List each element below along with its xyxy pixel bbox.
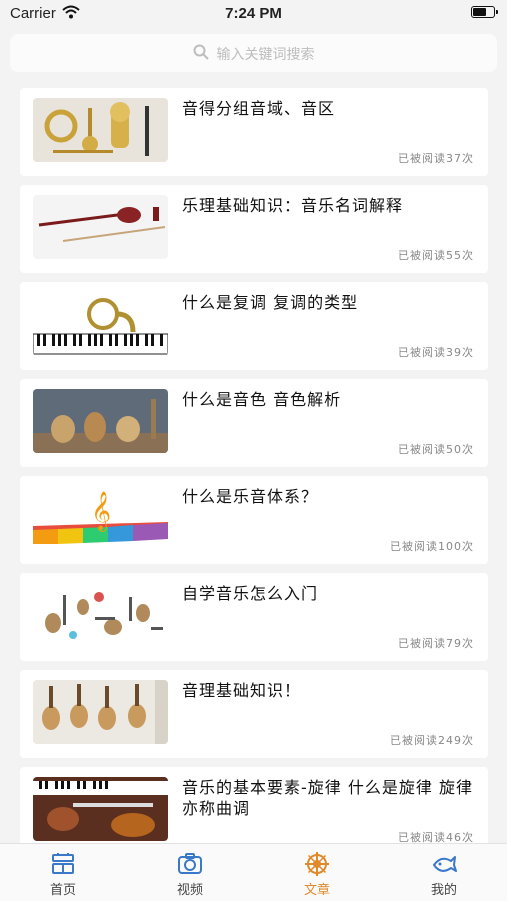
svg-text:𝄞: 𝄞 — [91, 491, 111, 532]
camera-icon — [177, 851, 203, 877]
article-card[interactable]: 什么是音色 音色解析 已被阅读50次 — [20, 379, 488, 467]
wheel-icon — [304, 851, 330, 877]
tab-articles-label: 文章 — [303, 883, 330, 898]
read-count: 已被阅读37次 — [398, 152, 474, 165]
read-count: 已被阅读79次 — [398, 637, 474, 650]
fish-icon — [431, 851, 457, 877]
article-title: 自学音乐怎么入门 — [182, 584, 319, 603]
article-thumbnail — [33, 389, 168, 453]
article-card[interactable]: 什么是复调 复调的类型 已被阅读39次 — [20, 282, 488, 370]
home-icon — [50, 851, 76, 877]
read-count: 已被阅读55次 — [398, 249, 474, 262]
tab-bar: 首页 视频 文章 我的 — [0, 843, 507, 901]
read-count: 已被阅读100次 — [390, 540, 474, 553]
article-thumbnail — [33, 583, 168, 647]
article-card[interactable]: 音理基础知识！ 已被阅读249次 — [20, 670, 488, 758]
read-count: 已被阅读249次 — [390, 734, 474, 747]
search-bar[interactable]: 输入关键词搜索 — [10, 34, 497, 72]
article-card[interactable]: 乐理基础知识：音乐名词解释 已被阅读55次 — [20, 185, 488, 273]
article-title: 什么是音色 音色解析 — [182, 390, 342, 409]
tab-mine[interactable]: 我的 — [381, 844, 507, 901]
article-thumbnail — [33, 98, 168, 162]
article-card[interactable]: 音得分组音域、音区 已被阅读37次 — [20, 88, 488, 176]
clock: 7:24 PM — [225, 5, 282, 22]
article-card[interactable]: 𝄞 什么是乐音体系？ 已被阅读100次 — [20, 476, 488, 564]
tab-articles[interactable]: 文章 — [254, 844, 380, 901]
article-title: 乐理基础知识：音乐名词解释 — [182, 196, 404, 215]
article-title: 音得分组音域、音区 — [182, 99, 336, 118]
read-count: 已被阅读50次 — [398, 443, 474, 456]
article-title: 音理基础知识！ — [182, 681, 302, 700]
tab-video[interactable]: 视频 — [127, 844, 253, 901]
battery-icon — [471, 6, 498, 18]
tab-mine-label: 我的 — [430, 883, 457, 898]
read-count: 已被阅读39次 — [398, 346, 474, 359]
article-title: 什么是复调 复调的类型 — [182, 293, 359, 312]
article-thumbnail — [33, 680, 168, 744]
search-placeholder: 输入关键词搜索 — [216, 47, 315, 63]
status-bar: Carrier 7:24 PM — [0, 0, 507, 28]
article-card[interactable]: 音乐的基本要素-旋律 什么是旋律 旋律亦称曲调 已被阅读46次 — [20, 767, 488, 855]
article-thumbnail — [33, 195, 168, 259]
search-icon — [193, 44, 209, 64]
article-title: 什么是乐音体系？ — [182, 487, 319, 506]
article-thumbnail — [33, 777, 168, 841]
tab-home[interactable]: 首页 — [0, 844, 126, 901]
article-thumbnail: 𝄞 — [33, 486, 168, 550]
tab-home-label: 首页 — [49, 883, 76, 898]
article-thumbnail — [33, 292, 168, 356]
article-card[interactable]: 自学音乐怎么入门 已被阅读79次 — [20, 573, 488, 661]
tab-video-label: 视频 — [176, 883, 203, 898]
article-title: 音乐的基本要素-旋律 什么是旋律 旋律亦称曲调 — [182, 778, 473, 818]
